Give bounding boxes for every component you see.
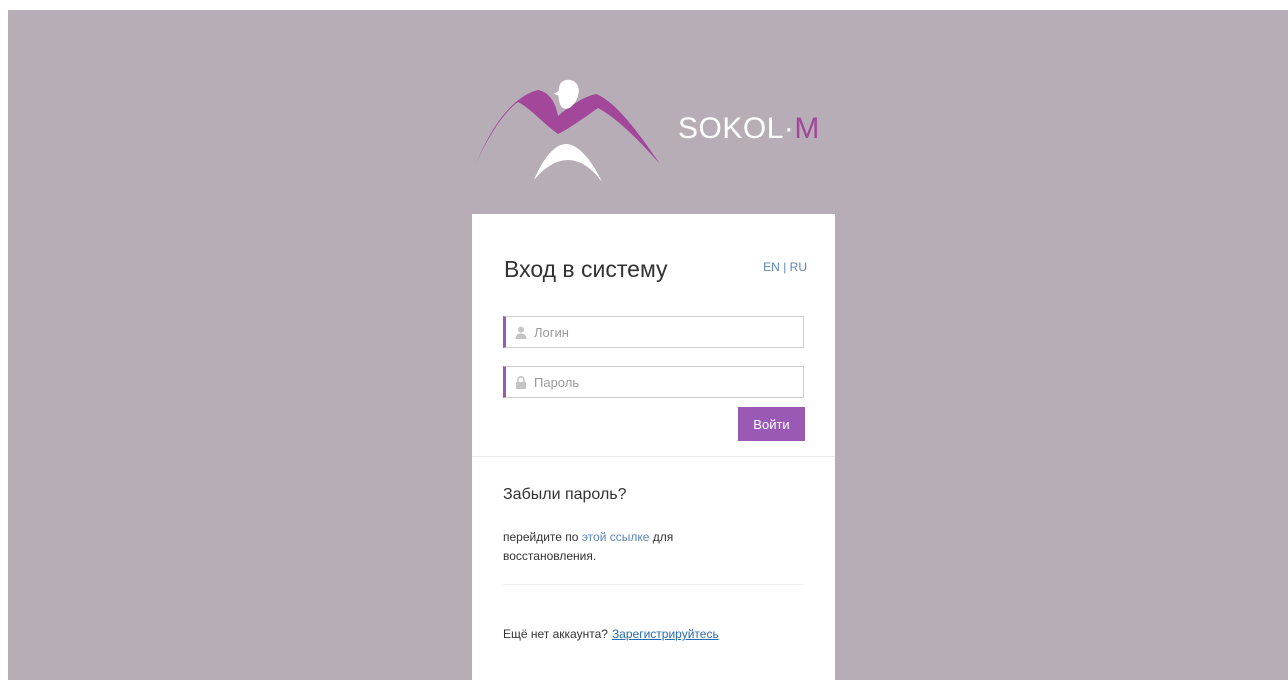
username-field[interactable] bbox=[503, 316, 804, 348]
login-title: Вход в систему bbox=[504, 256, 668, 282]
register-prompt-text: Ещё нет аккаунта? bbox=[503, 627, 608, 641]
password-input[interactable] bbox=[534, 367, 794, 397]
lang-separator: | bbox=[783, 260, 787, 274]
section-divider bbox=[503, 584, 804, 585]
password-field[interactable] bbox=[503, 366, 804, 398]
lang-en-link[interactable]: EN bbox=[763, 260, 780, 274]
brand-name-dot: · bbox=[783, 112, 795, 145]
forgot-password-title: Забыли пароль? bbox=[503, 486, 627, 503]
brand-logo: SOKOL·M bbox=[474, 76, 854, 196]
page-background: SOKOL·M Вход в систему EN | RU Логин Вой… bbox=[8, 10, 1288, 680]
language-switcher: EN | RU bbox=[763, 260, 807, 274]
register-prompt: Ещё нет аккаунта? Зарегистрируйтесь bbox=[503, 627, 719, 641]
forgot-password-text: перейдите по этой ссылке для восстановле… bbox=[503, 528, 743, 566]
username-input[interactable] bbox=[534, 317, 794, 347]
brand-name-main: SOKOL bbox=[678, 112, 784, 145]
user-icon bbox=[515, 326, 527, 339]
login-form: Вход в систему EN | RU Войт bbox=[472, 214, 835, 457]
register-link[interactable]: Зарегистрируйтесь bbox=[612, 627, 719, 641]
login-button[interactable]: Войти bbox=[738, 407, 805, 441]
brand-name-suffix: M bbox=[794, 112, 820, 145]
login-card: Вход в систему EN | RU Войт bbox=[472, 214, 835, 680]
lock-icon bbox=[516, 376, 526, 389]
lang-ru-link[interactable]: RU bbox=[790, 260, 807, 274]
brand-name: SOKOL·M bbox=[678, 112, 820, 146]
falcon-logo-icon bbox=[476, 79, 660, 182]
forgot-text-before: перейдите по bbox=[503, 530, 579, 544]
password-recovery-link[interactable]: этой ссылке bbox=[582, 530, 650, 544]
